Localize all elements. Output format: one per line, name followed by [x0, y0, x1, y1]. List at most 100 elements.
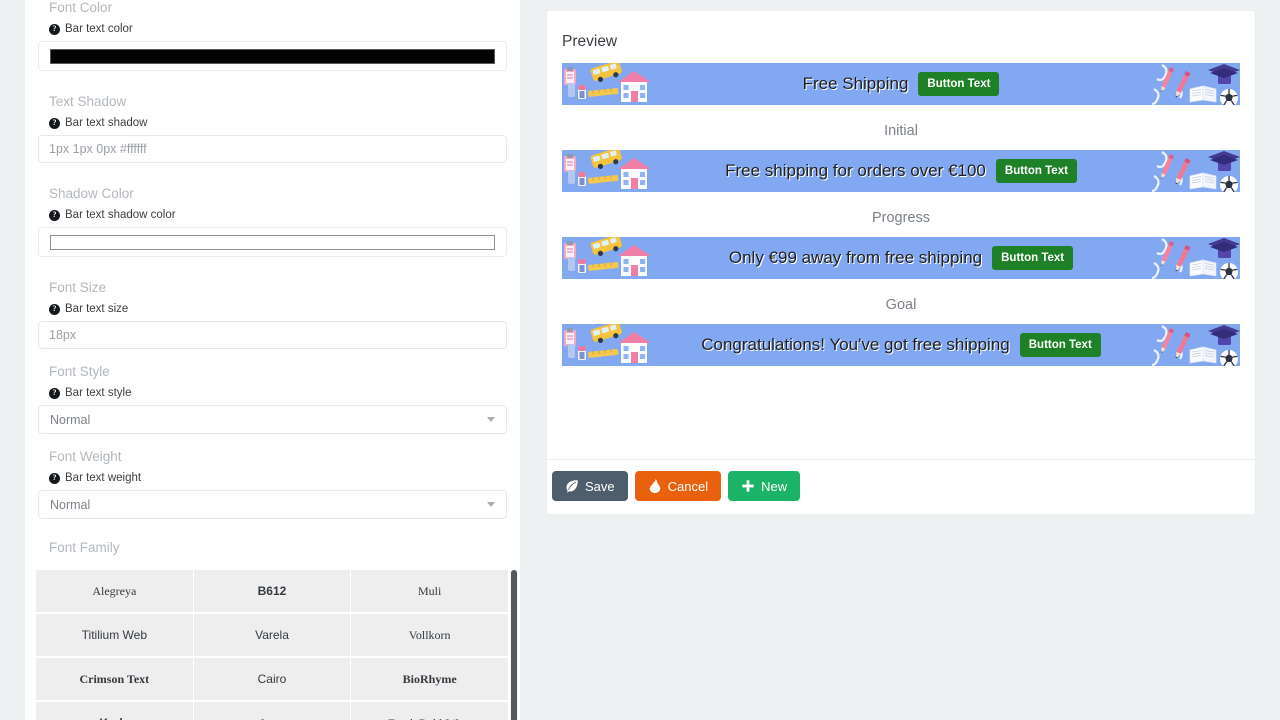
- shadow-color-group-label: Shadow Color: [49, 186, 134, 201]
- help-icon[interactable]: ?: [49, 23, 60, 35]
- field-font-family: Font Family: [25, 540, 520, 556]
- app-root: Font Color ? Bar text color Text Shadow …: [0, 0, 1280, 720]
- save-button[interactable]: Save: [552, 471, 628, 501]
- font-weight-value: Normal: [50, 497, 91, 512]
- preview-bar-button[interactable]: Button Text: [918, 72, 1000, 96]
- preview-bar-text: Only €99 away from free shipping: [728, 248, 983, 267]
- text-shadow-group-label: Text Shadow: [49, 94, 127, 109]
- font-weight-select[interactable]: Normal: [38, 490, 507, 519]
- font-family-option[interactable]: Crimson Text: [36, 658, 193, 701]
- font-style-group-label: Font Style: [49, 364, 110, 379]
- preview-stage-label-progress: Progress: [871, 210, 931, 226]
- preview-bar-button[interactable]: Button Text: [995, 159, 1077, 183]
- font-color-hint-text: Bar text color: [65, 23, 133, 35]
- school-supplies-left-decoration-icon: [564, 237, 651, 276]
- font-family-scrollbar-thumb[interactable]: [511, 570, 517, 720]
- school-supplies-left-decoration-icon: [564, 150, 651, 189]
- font-family-option[interactable]: Karla: [36, 702, 193, 720]
- school-supplies-left-decoration-icon: [564, 324, 651, 363]
- new-button-label: New: [761, 478, 788, 494]
- help-icon[interactable]: ?: [49, 387, 60, 399]
- help-icon[interactable]: ?: [49, 303, 60, 315]
- fire-icon: [649, 479, 660, 493]
- save-button-label: Save: [585, 478, 615, 494]
- preview-bar-text: Congratulations! You've got free shippin…: [701, 335, 1010, 354]
- preview-bar: Congratulations! You've got free shippin…: [562, 324, 1240, 366]
- font-color-group-label: Font Color: [49, 0, 113, 15]
- font-style-sub-label: ? Bar text style: [38, 387, 507, 399]
- font-family-option[interactable]: Vollkorn: [351, 614, 508, 657]
- left-gutter: [0, 0, 25, 720]
- field-font-style: Font Style ? Bar text style Normal: [25, 364, 520, 434]
- font-style-value: Normal: [50, 412, 91, 427]
- font-style-hint-text: Bar text style: [65, 387, 132, 399]
- school-supplies-right-decoration-icon: [1152, 151, 1240, 192]
- font-family-option[interactable]: BioRhyme: [351, 658, 508, 701]
- preview-bars-list: Free Shipping Button Text Initial Free s…: [547, 51, 1255, 366]
- field-text-shadow: Text Shadow ? Bar text shadow 1px 1px 0p…: [25, 94, 520, 163]
- preview-bar: Free shipping for orders over €100 Butto…: [562, 150, 1240, 192]
- font-family-option[interactable]: Alegreya: [36, 570, 193, 613]
- school-supplies-right-decoration-icon: [1152, 64, 1240, 105]
- font-family-option[interactable]: Frank Ruhl Libre: [351, 702, 508, 720]
- font-size-group-label: Font Size: [49, 280, 107, 295]
- preview-bar: Only €99 away from free shipping Button …: [562, 237, 1240, 279]
- font-size-sub-label: ? Bar text size: [38, 303, 507, 315]
- shadow-color-sub-label: ? Bar text shadow color: [38, 209, 507, 221]
- font-color-input[interactable]: [38, 41, 507, 71]
- preview-title: Preview: [562, 33, 618, 50]
- font-family-option[interactable]: Cairo: [193, 658, 351, 701]
- font-family-group-label: Font Family: [49, 540, 120, 555]
- font-style-select[interactable]: Normal: [38, 405, 507, 434]
- shadow-color-hint-text: Bar text shadow color: [65, 209, 176, 221]
- help-icon[interactable]: ?: [49, 117, 60, 129]
- font-color-swatch[interactable]: [50, 48, 495, 64]
- font-family-grid: Alegreya B612 Muli Titilium Web Varela V…: [36, 569, 508, 720]
- field-font-size: Font Size ? Bar text size 18px: [25, 280, 520, 349]
- preview-bar-text: Free shipping for orders over €100: [725, 161, 986, 180]
- preview-bar-button[interactable]: Button Text: [992, 246, 1074, 270]
- preview-stage-label-goal: Goal: [885, 297, 917, 313]
- chevron-down-icon[interactable]: [487, 417, 495, 422]
- help-icon[interactable]: ?: [49, 209, 60, 221]
- font-size-hint-text: Bar text size: [65, 303, 129, 315]
- card-divider: [547, 459, 1255, 460]
- preview-bar: Free Shipping Button Text: [562, 63, 1240, 105]
- school-supplies-right-decoration-icon: [1152, 238, 1240, 279]
- text-shadow-input[interactable]: 1px 1px 0px #ffffff: [38, 135, 507, 163]
- help-icon[interactable]: ?: [49, 472, 60, 484]
- shadow-color-swatch[interactable]: [50, 234, 495, 250]
- cancel-button[interactable]: Cancel: [634, 471, 722, 501]
- text-shadow-value: 1px 1px 0px #ffffff: [49, 142, 147, 156]
- text-shadow-hint-text: Bar text shadow: [65, 117, 148, 129]
- plus-icon: [742, 480, 754, 492]
- field-font-color: Font Color ? Bar text color: [25, 0, 520, 71]
- font-family-option[interactable]: B612: [193, 570, 351, 613]
- school-supplies-right-decoration-icon: [1152, 325, 1240, 366]
- shadow-color-input[interactable]: [38, 227, 507, 257]
- font-family-option[interactable]: Varela: [193, 614, 351, 657]
- school-supplies-left-decoration-icon: [564, 63, 651, 102]
- font-family-option[interactable]: Titilium Web: [36, 614, 193, 657]
- new-button[interactable]: New: [728, 471, 801, 501]
- preview-bar-button[interactable]: Button Text: [1019, 333, 1101, 357]
- card-actions: Save Cancel New: [552, 471, 801, 501]
- font-size-value: 18px: [49, 328, 77, 342]
- font-family-picker: Alegreya B612 Muli Titilium Web Varela V…: [36, 569, 518, 720]
- text-shadow-sub-label: ? Bar text shadow: [38, 117, 507, 129]
- field-shadow-color: Shadow Color ? Bar text shadow color: [25, 186, 520, 257]
- preview-card: Preview Free Shipping Button Text Initia…: [546, 10, 1256, 515]
- font-weight-group-label: Font Weight: [49, 449, 122, 464]
- chevron-down-icon[interactable]: [487, 502, 495, 507]
- font-weight-sub-label: ? Bar text weight: [38, 472, 507, 484]
- preview-stage-label-initial: Initial: [884, 123, 918, 139]
- font-size-input[interactable]: 18px: [38, 321, 507, 349]
- bar-style-settings-panel: Font Color ? Bar text color Text Shadow …: [25, 0, 520, 720]
- font-color-sub-label: ? Bar text color: [38, 23, 507, 35]
- font-family-option[interactable]: Lora: [193, 702, 351, 720]
- preview-bar-text: Free Shipping: [802, 74, 909, 93]
- cancel-button-label: Cancel: [667, 478, 709, 494]
- field-font-weight: Font Weight ? Bar text weight Normal: [25, 449, 520, 519]
- font-family-option[interactable]: Muli: [351, 570, 508, 613]
- font-weight-hint-text: Bar text weight: [65, 472, 142, 484]
